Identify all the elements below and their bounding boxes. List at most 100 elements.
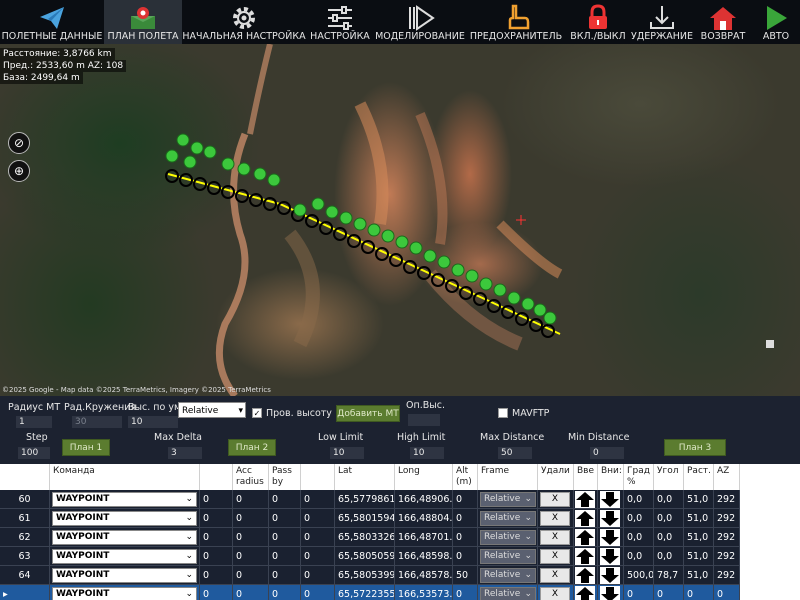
tab-flight-plan[interactable]: ПЛАН ПОЛЕТА [104,0,182,44]
tab-simulation[interactable]: МОДЕЛИРОВАНИЕ [374,0,466,44]
move-up-icon[interactable] [575,567,595,584]
long-cell[interactable]: 166,53573... [395,585,453,600]
delete-button[interactable]: X [540,587,570,600]
mavftp-checkbox[interactable] [498,408,508,418]
pass-by-cell[interactable]: 0 [269,490,301,509]
long-cell[interactable]: 166,48804... [395,509,453,528]
delete-button[interactable]: X [540,568,570,583]
param4-cell[interactable]: 0 [301,547,335,566]
delete-button[interactable]: X [540,549,570,564]
lat-cell[interactable]: 65,5805399 [335,566,395,585]
frame-select[interactable]: Relative ⌄ [480,530,536,545]
move-down-icon[interactable] [600,491,620,508]
acc-radius-cell[interactable]: 0 [233,490,269,509]
tab-arm-disarm[interactable]: ВКЛ./ВЫКЛ [566,0,630,44]
plan1-button[interactable]: План 1 [62,439,110,456]
alt-cell[interactable]: 0 [453,547,478,566]
step-field[interactable]: 100 [18,447,50,459]
move-up-icon[interactable] [575,529,595,546]
frame-select[interactable]: Relative ⌄ [480,549,536,564]
tab-safety[interactable]: ПРЕДОХРАНИТЕЛЬ [466,0,566,44]
command-select[interactable]: WAYPOINT ⌄ [52,530,197,545]
param1-cell[interactable]: 0 [200,490,233,509]
param1-cell[interactable]: 0 [200,547,233,566]
alt-cell[interactable]: 0 [453,528,478,547]
min-distance-field[interactable]: 0 [590,447,624,459]
param4-cell[interactable]: 0 [301,566,335,585]
param1-cell[interactable]: 0 [200,566,233,585]
table-row[interactable]: ▸ WAYPOINT ⌄ 0 0 0 0 65,5722355 166,53573... 0 Rel… [0,585,740,600]
waypoint-markers[interactable] [165,133,557,338]
alt-cell[interactable]: 0 [453,509,478,528]
param4-cell[interactable]: 0 [301,509,335,528]
move-down-icon[interactable] [600,529,620,546]
loiter-field[interactable]: 30 [72,416,122,428]
zoom-icon[interactable]: ⊕ [8,160,30,182]
long-cell[interactable]: 166,48906... [395,490,453,509]
lat-cell[interactable]: 65,5722355 [335,585,395,600]
move-up-icon[interactable] [575,586,595,600]
plan3-button[interactable]: План 3 [664,439,726,456]
tab-initial-setup[interactable]: НАЧАЛЬНАЯ НАСТРОЙКА [182,0,306,44]
alt-cell[interactable]: 0 [453,585,478,600]
acc-radius-cell[interactable]: 0 [233,585,269,600]
table-row[interactable]: 63 WAYPOINT ⌄ 0 0 0 0 65,5805059 166,48598... 0 Re… [0,547,740,566]
table-row[interactable]: 64 WAYPOINT ⌄ 0 0 0 0 65,5805399 166,48578... 50 R… [0,566,740,585]
frame-select[interactable]: Relative ⌄ [480,587,536,600]
move-up-icon[interactable] [575,491,595,508]
command-select[interactable]: WAYPOINT ⌄ [52,587,197,600]
alt-cell[interactable]: 50 [453,566,478,585]
high-limit-field[interactable]: 10 [410,447,444,459]
param4-cell[interactable]: 0 [301,528,335,547]
tab-config[interactable]: НАСТРОЙКА [306,0,374,44]
home-alt-field[interactable] [408,414,440,426]
add-waypoint-button[interactable]: Добавить МТ [336,405,400,422]
tab-flight-data[interactable]: ПОЛЕТНЫЕ ДАННЫЕ [0,0,104,44]
radius-field[interactable]: 1 [16,416,52,428]
alt-cell[interactable]: 0 [453,490,478,509]
param4-cell[interactable]: 0 [301,585,335,600]
plan2-button[interactable]: План 2 [228,439,276,456]
lat-cell[interactable]: 65,5803326 [335,528,395,547]
map-view[interactable]: Расстояние: 3,8766 km Пред.: 2533,60 m A… [0,44,800,396]
command-select[interactable]: WAYPOINT ⌄ [52,492,197,507]
tab-rtl[interactable]: ВОЗВРАТ [694,0,752,44]
command-select[interactable]: WAYPOINT ⌄ [52,511,197,526]
delete-button[interactable]: X [540,492,570,507]
acc-radius-cell[interactable]: 0 [233,509,269,528]
frame-select[interactable]: Relative ⌄ [480,492,536,507]
delete-button[interactable]: X [540,511,570,526]
move-up-icon[interactable] [575,510,595,527]
tab-auto[interactable]: АВТО [752,0,800,44]
table-row[interactable]: 62 WAYPOINT ⌄ 0 0 0 0 65,5803326 166,48701... 0 Re… [0,528,740,547]
pass-by-cell[interactable]: 0 [269,509,301,528]
table-row[interactable]: 60 WAYPOINT ⌄ 0 0 0 0 65,5779861 166,48906... 0 Re… [0,490,740,509]
compass-icon[interactable]: ⊘ [8,132,30,154]
tab-hold[interactable]: УДЕРЖАНИЕ [630,0,694,44]
pass-by-cell[interactable]: 0 [269,547,301,566]
low-limit-field[interactable]: 10 [330,447,364,459]
table-row[interactable]: 61 WAYPOINT ⌄ 0 0 0 0 65,5801594 166,48804... 0 Re… [0,509,740,528]
max-distance-field[interactable]: 50 [498,447,532,459]
move-down-icon[interactable] [600,510,620,527]
pass-by-cell[interactable]: 0 [269,528,301,547]
verify-height-checkbox[interactable]: ✓ [252,408,262,418]
param1-cell[interactable]: 0 [200,509,233,528]
acc-radius-cell[interactable]: 0 [233,547,269,566]
pass-by-cell[interactable]: 0 [269,585,301,600]
lat-cell[interactable]: 65,5801594 [335,509,395,528]
long-cell[interactable]: 166,48598... [395,547,453,566]
command-select[interactable]: WAYPOINT ⌄ [52,568,197,583]
move-down-icon[interactable] [600,548,620,565]
lat-cell[interactable]: 65,5805059 [335,547,395,566]
long-cell[interactable]: 166,48701... [395,528,453,547]
long-cell[interactable]: 166,48578... [395,566,453,585]
acc-radius-cell[interactable]: 0 [233,566,269,585]
max-delta-field[interactable]: 3 [168,447,202,459]
command-select[interactable]: WAYPOINT ⌄ [52,549,197,564]
pass-by-cell[interactable]: 0 [269,566,301,585]
frame-select[interactable]: Relative ⌄ [480,568,536,583]
param1-cell[interactable]: 0 [200,585,233,600]
move-down-icon[interactable] [600,586,620,600]
delete-button[interactable]: X [540,530,570,545]
